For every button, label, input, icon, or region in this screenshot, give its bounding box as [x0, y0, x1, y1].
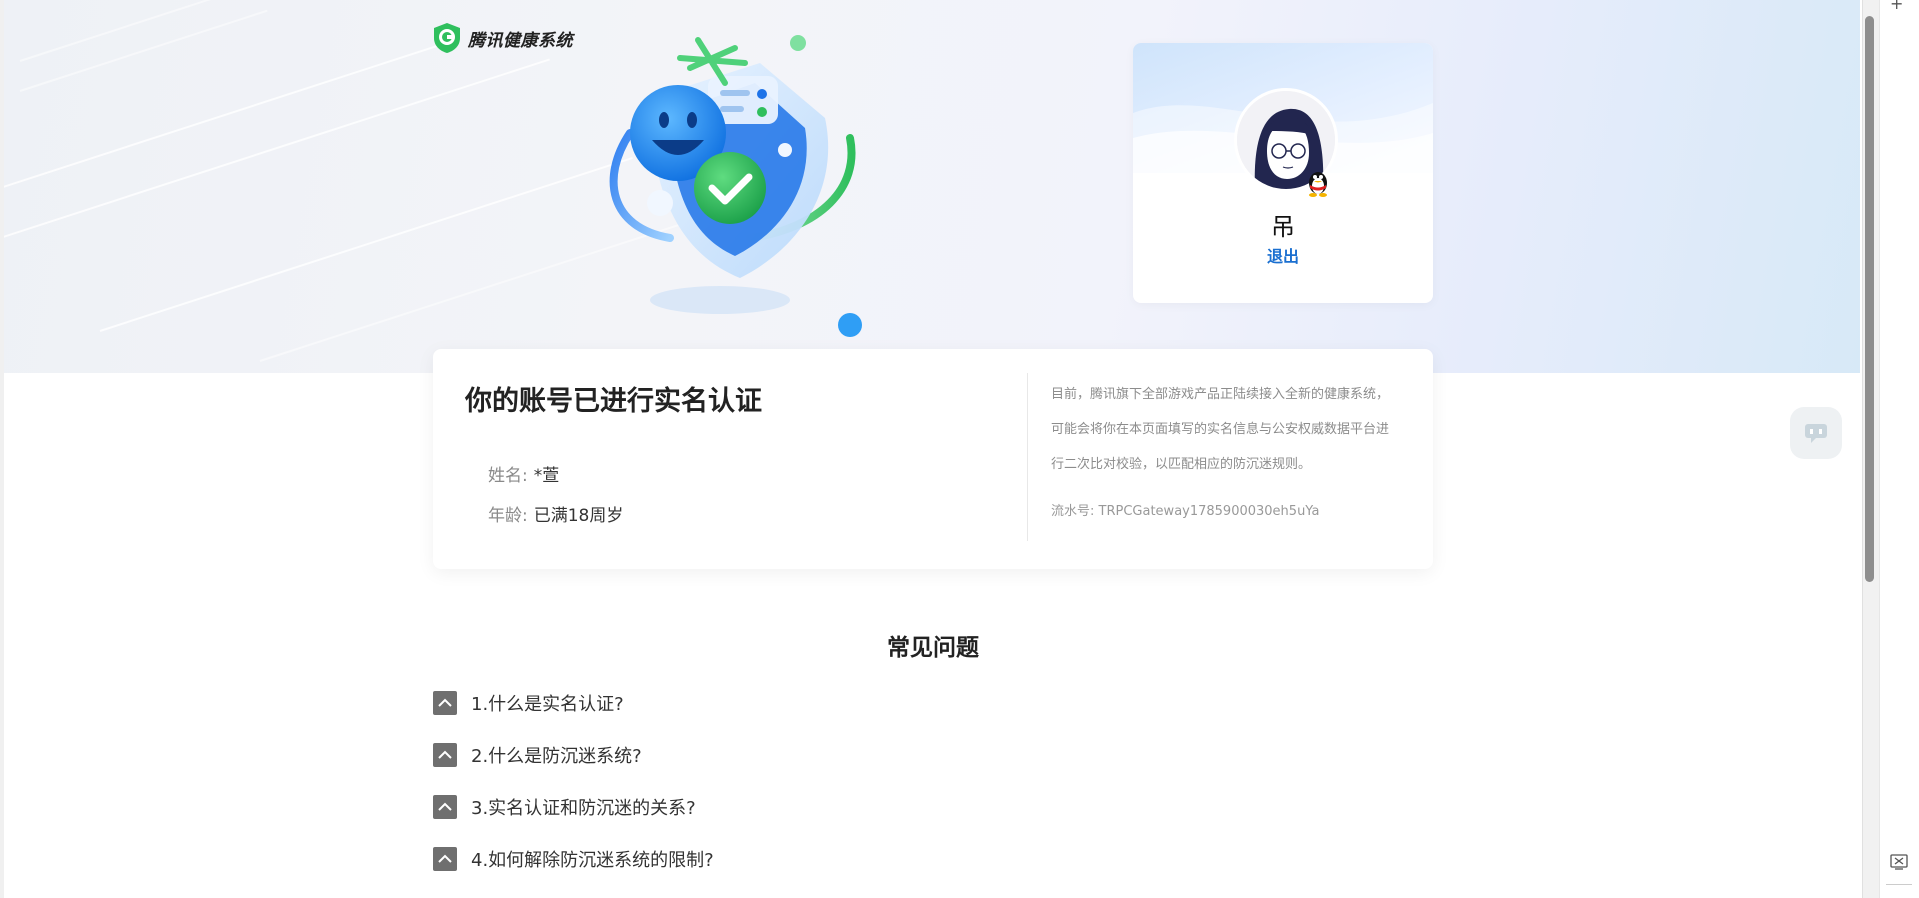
browser-side-panel — [1879, 0, 1919, 898]
serial-label: 流水号: — [1051, 504, 1095, 519]
chat-bubble-icon — [1805, 424, 1827, 443]
floating-help-button[interactable] — [1790, 407, 1842, 459]
green-shield-icon — [434, 23, 460, 53]
name-value: *萱 — [533, 466, 560, 486]
verification-card: 你的账号已进行实名认证 姓名: *萱 年龄: 已满18周岁 目前，腾讯旗下全部游戏产… — [433, 349, 1433, 569]
page-left-edge — [0, 0, 4, 898]
user-card: 吊 退出 — [1133, 43, 1433, 303]
faq-item[interactable]: 2.什么是防沉迷系统? — [433, 742, 642, 768]
name-label: 姓名: — [488, 466, 528, 486]
faq-title: 常见问题 — [887, 635, 979, 661]
user-name: 吊 — [1271, 213, 1295, 241]
serial-value: TRPCGateway1785900030eh5uYa — [1098, 504, 1320, 519]
name-field: 姓名: *萱 — [488, 461, 559, 486]
screenshot-icon[interactable] — [1890, 854, 1908, 870]
chevron-up-icon[interactable] — [433, 743, 457, 767]
faq-question[interactable]: 1.什么是实名认证? — [471, 690, 624, 716]
faq-question[interactable]: 3.实名认证和防沉迷的关系? — [471, 794, 696, 820]
chevron-up-icon[interactable] — [433, 847, 457, 871]
age-label: 年龄: — [488, 506, 528, 526]
side-panel-divider — [1886, 884, 1912, 885]
serial-number: 流水号: TRPCGateway1785900030eh5uYa — [1051, 500, 1319, 519]
verification-title: 你的账号已进行实名认证 — [465, 386, 762, 417]
chevron-up-icon[interactable] — [433, 691, 457, 715]
add-icon[interactable]: + — [1890, 0, 1903, 13]
faq-question[interactable]: 2.什么是防沉迷系统? — [471, 742, 642, 768]
card-divider — [1027, 373, 1028, 541]
faq-item[interactable]: 3.实名认证和防沉迷的关系? — [433, 794, 696, 820]
verification-notice: 目前，腾讯旗下全部游戏产品正陆续接入全新的健康系统，可能会将你在本页面填写的实名… — [1051, 387, 1390, 472]
faq-question[interactable]: 4.如何解除防沉迷系统的限制? — [471, 846, 714, 872]
hero-banner — [0, 0, 1860, 373]
logout-link[interactable]: 退出 — [1133, 243, 1433, 267]
faq-item[interactable]: 4.如何解除防沉迷系统的限制? — [433, 846, 714, 872]
qq-penguin-icon — [1309, 172, 1327, 197]
age-value: 已满18周岁 — [533, 506, 624, 526]
chevron-up-icon[interactable] — [433, 795, 457, 819]
faq-item[interactable]: 1.什么是实名认证? — [433, 690, 624, 716]
hero-illustration — [609, 35, 862, 337]
age-field: 年龄: 已满18周岁 — [488, 501, 623, 526]
scrollbar-thumb[interactable] — [1865, 16, 1874, 582]
